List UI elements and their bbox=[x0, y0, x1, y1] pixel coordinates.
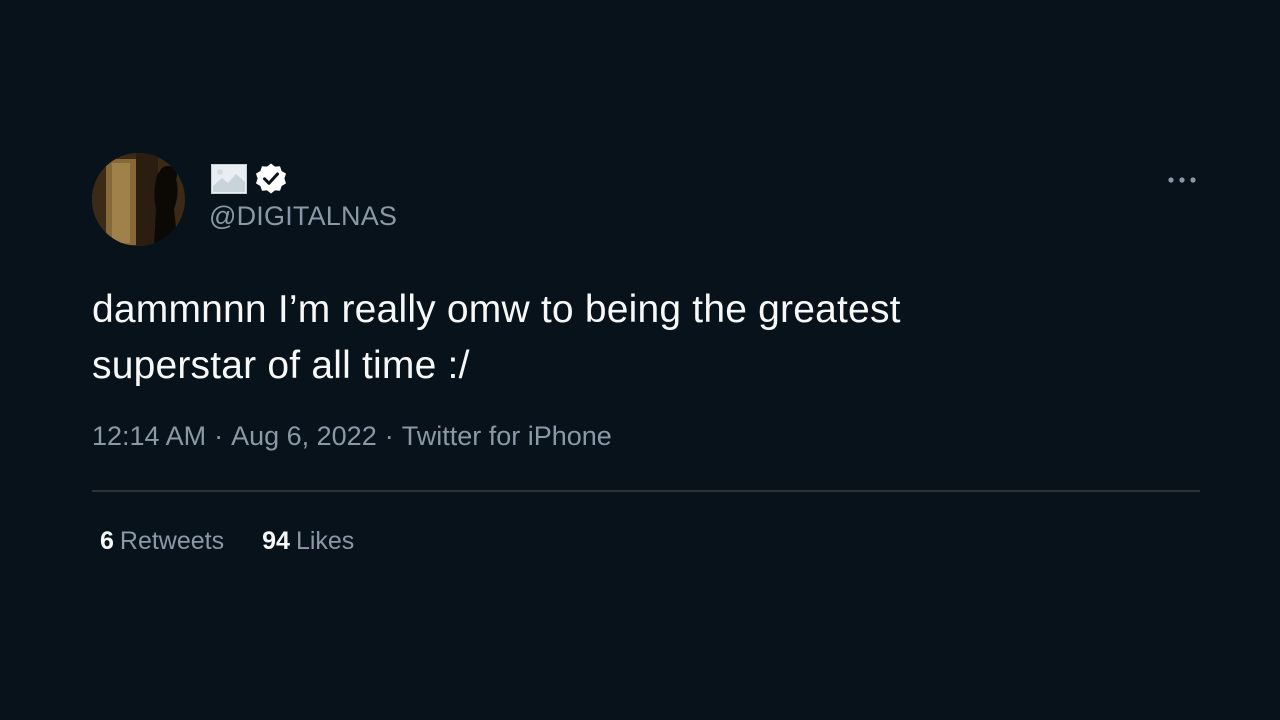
likes-label: Likes bbox=[295, 527, 355, 555]
separator-dot: · bbox=[384, 421, 394, 451]
tweet-metadata: 12:14 AM · Aug 6, 2022 · Twitter for iPh… bbox=[92, 421, 612, 452]
avatar-photo bbox=[92, 153, 185, 246]
engagement-stats: 6 Retweets 94 Likes bbox=[100, 527, 354, 556]
more-options-icon bbox=[1168, 177, 1196, 183]
retweets-stat[interactable]: 6 Retweets bbox=[100, 527, 224, 556]
display-name[interactable] bbox=[211, 162, 288, 196]
likes-count: 94 bbox=[262, 527, 290, 555]
divider bbox=[92, 490, 1200, 492]
tweet-time[interactable]: 12:14 AM bbox=[92, 421, 206, 452]
user-handle[interactable]: @DIGITALNAS bbox=[209, 201, 397, 232]
tweet-date[interactable]: Aug 6, 2022 bbox=[231, 421, 377, 452]
more-options-button[interactable] bbox=[1164, 168, 1200, 192]
tweet-source[interactable]: Twitter for iPhone bbox=[402, 421, 612, 452]
verified-badge-icon bbox=[256, 163, 286, 194]
tweet-text: dammnnn I’m really omw to being the grea… bbox=[92, 282, 1112, 394]
likes-stat[interactable]: 94 Likes bbox=[262, 527, 354, 556]
tweet-card: @DIGITALNAS dammnnn I’m really omw to be… bbox=[0, 0, 1280, 720]
separator-dot: · bbox=[214, 421, 224, 451]
tweet-text-line-2: superstar of all time :/ bbox=[92, 344, 470, 387]
landscape-image-emoji-icon bbox=[211, 164, 247, 194]
tweet-text-line-1: dammnnn I’m really omw to being the grea… bbox=[92, 288, 901, 331]
retweets-label: Retweets bbox=[119, 527, 225, 555]
retweets-count: 6 bbox=[100, 527, 114, 555]
avatar[interactable] bbox=[92, 153, 185, 246]
